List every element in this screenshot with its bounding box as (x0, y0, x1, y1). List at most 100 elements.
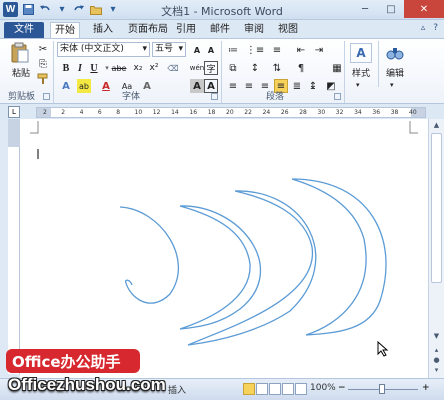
enclose-character-icon[interactable]: 字 (204, 61, 218, 75)
minimize-button[interactable]: ─ (352, 0, 378, 18)
ruler-tick-label: 18 (207, 109, 216, 116)
multilevel-list-icon[interactable]: ≡ (270, 43, 284, 57)
styles-button[interactable]: 样式 (347, 66, 375, 79)
copy-icon[interactable]: ⎘ (36, 57, 50, 71)
prev-page-icon[interactable]: ▴ (431, 346, 442, 356)
insert-mode-indicator[interactable]: 插入 (168, 383, 186, 396)
shrink-font-icon[interactable]: A (140, 79, 154, 93)
ruler-tick-label: 14 (171, 109, 179, 116)
scroll-down-icon[interactable]: ▼ (431, 332, 442, 342)
ruler-tick-label: 12 (152, 109, 161, 116)
strikethrough-button[interactable]: abe (110, 61, 128, 75)
ruler-tick-label: 8 (116, 109, 121, 116)
sort-icon[interactable]: ⇅ (270, 61, 284, 75)
format-painter-icon[interactable] (36, 72, 50, 86)
clear-formatting-icon[interactable]: ⌫ (166, 61, 180, 75)
shading-icon[interactable]: ◩ (324, 79, 338, 93)
borders-icon[interactable]: ▦ (330, 61, 344, 75)
vertical-scrollbar[interactable]: ▲ ▼ ▴ ● ▾ (428, 119, 444, 378)
font-group-label: 字体 (122, 92, 141, 102)
zoom-level[interactable]: 100% (310, 383, 336, 393)
draft-view-icon[interactable] (295, 383, 307, 395)
paragraph-group-label: 段落 (266, 92, 285, 102)
font-color-button[interactable]: A (99, 79, 113, 93)
zoom-out-button[interactable]: − (338, 383, 346, 393)
zoom-slider-thumb[interactable] (379, 384, 385, 394)
next-page-icon[interactable]: ▾ (431, 366, 442, 376)
line-spacing-icon[interactable]: ↕ (248, 61, 262, 75)
ink-drawing[interactable] (20, 119, 428, 378)
paste-icon[interactable] (8, 42, 32, 64)
ruler-tick-label: 6 (97, 109, 102, 116)
ruler-tick-label: 2 (61, 109, 66, 116)
styles-icon[interactable]: A (350, 43, 372, 63)
character-shading-button[interactable]: A (190, 79, 204, 93)
tab-references[interactable]: 引用 (172, 22, 200, 38)
line-spacing-options-icon[interactable]: ↨ (306, 79, 320, 93)
find-icon[interactable] (384, 43, 406, 63)
phonetic-guide-icon[interactable]: wén (190, 61, 204, 75)
tab-file[interactable]: 文件 (4, 22, 44, 38)
help-icon[interactable]: ? (433, 23, 438, 33)
cut-icon[interactable]: ✂ (36, 42, 50, 56)
ruler-tick-label: 28 (299, 109, 307, 116)
tab-page-layout[interactable]: 页面布局 (122, 22, 174, 38)
increase-indent-icon[interactable]: ⇥ (312, 43, 326, 57)
underline-button[interactable]: U (87, 61, 101, 75)
editing-button[interactable]: 编辑 (381, 66, 409, 79)
font-name-select[interactable]: 宋体 (中文正文) ▾ (57, 42, 150, 57)
chevron-down-icon: ▾ (178, 44, 183, 54)
superscript-button[interactable]: x² (147, 61, 161, 75)
align-center-icon[interactable]: ≡ (242, 79, 256, 93)
document-page[interactable] (20, 119, 428, 378)
chevron-down-icon[interactable]: ▾ (356, 81, 360, 89)
text-effects-button[interactable]: A (59, 79, 73, 93)
bold-button[interactable]: B (59, 61, 73, 75)
paragraph-launcher-icon[interactable] (334, 93, 341, 100)
font-launcher-icon[interactable] (211, 93, 218, 100)
tab-selector[interactable]: L (8, 106, 20, 118)
italic-button[interactable]: I (73, 61, 87, 75)
show-marks-icon[interactable]: ¶ (294, 61, 308, 75)
font-color-picker-icon[interactable]: A (204, 43, 218, 57)
ruler-tick-label: 38 (390, 109, 399, 116)
tab-view[interactable]: 视图 (274, 22, 302, 38)
ruler-tick-label: 4 (79, 109, 84, 116)
font-size-value: 五号 (155, 44, 174, 54)
subscript-button[interactable]: x₂ (131, 61, 145, 75)
ruler-tick-label: 10 (134, 109, 143, 116)
chinese-layout-icon[interactable]: ⧉ (226, 61, 240, 75)
distributed-icon[interactable]: ≣ (290, 79, 304, 93)
numbering-icon[interactable]: ⋮≡ (246, 43, 264, 57)
browse-object-icon[interactable]: ● (431, 356, 442, 366)
print-layout-view-icon[interactable] (243, 383, 255, 395)
full-screen-reading-view-icon[interactable] (256, 383, 268, 395)
scroll-thumb[interactable] (431, 133, 442, 283)
web-layout-view-icon[interactable] (269, 383, 281, 395)
align-left-icon[interactable]: ≡ (226, 79, 240, 93)
close-button[interactable]: ✕ (404, 0, 444, 18)
clipboard-launcher-icon[interactable] (43, 93, 50, 100)
tab-review[interactable]: 审阅 (240, 22, 268, 38)
outline-view-icon[interactable] (282, 383, 294, 395)
highlight-button[interactable]: ab (77, 79, 91, 93)
bullets-icon[interactable]: ≔ (226, 43, 240, 57)
zoom-in-button[interactable]: + (422, 383, 430, 393)
minimize-ribbon-icon[interactable]: ▵ (421, 23, 426, 33)
font-size-select[interactable]: 五号 ▾ (152, 42, 186, 57)
chevron-down-icon[interactable]: ▾ (390, 81, 394, 89)
tab-home[interactable]: 开始 (50, 22, 80, 38)
scroll-up-icon[interactable]: ▲ (431, 121, 442, 131)
ink-stroke-4 (291, 178, 387, 336)
tab-insert[interactable]: 插入 (88, 22, 118, 38)
vertical-ruler[interactable] (8, 119, 20, 374)
decrease-indent-icon[interactable]: ⇤ (294, 43, 308, 57)
maximize-button[interactable]: □ (378, 0, 404, 18)
paste-button[interactable]: 粘贴 (8, 66, 34, 79)
clipboard-group-label: 剪贴板 (8, 92, 36, 102)
character-border-button[interactable]: A (204, 79, 218, 93)
horizontal-ruler[interactable]: 2 2 4 6 8 10 12 14 16 18 20 22 24 26 28 30 32 34 36 38 40 (36, 107, 426, 118)
grow-font-icon[interactable]: A (190, 43, 204, 57)
tab-mailings[interactable]: 邮件 (206, 22, 234, 38)
watermark-brand: Office办公助手 (12, 353, 121, 371)
